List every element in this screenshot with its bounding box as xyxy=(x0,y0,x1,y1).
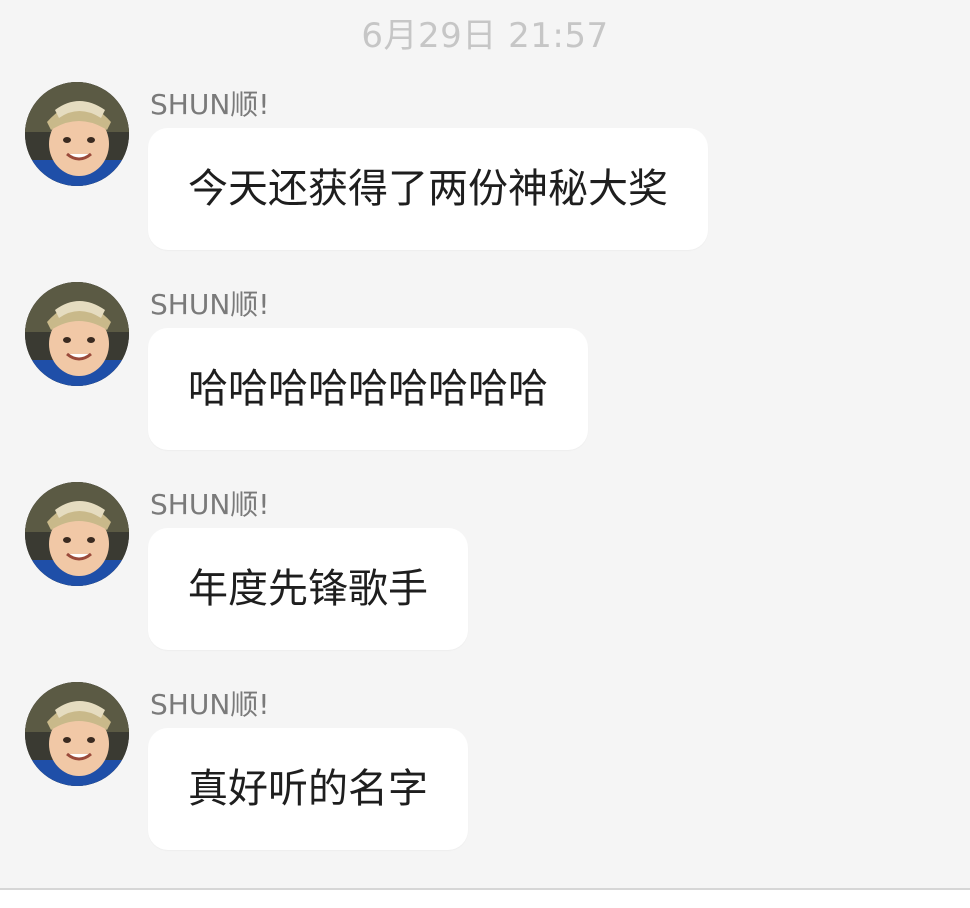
sender-name: SHUN顺! xyxy=(150,288,270,321)
message-bubble[interactable]: 今天还获得了两份神秘大奖 xyxy=(148,128,708,250)
avatar-photo-icon xyxy=(25,682,129,786)
avatar-photo-icon xyxy=(25,282,129,386)
message-bubble[interactable]: 哈哈哈哈哈哈哈哈哈 xyxy=(148,328,588,450)
sender-name: SHUN顺! xyxy=(150,488,270,521)
message-bubble[interactable]: 年度先锋歌手 xyxy=(148,528,468,650)
sender-name: SHUN顺! xyxy=(150,688,270,721)
message-bubble[interactable]: 真好听的名字 xyxy=(148,728,468,850)
sender-name: SHUN顺! xyxy=(150,88,270,121)
avatar-photo-icon xyxy=(25,482,129,586)
avatar-photo-icon xyxy=(25,82,129,186)
message-timestamp: 6月29日 21:57 xyxy=(361,16,609,56)
sender-avatar[interactable] xyxy=(25,482,129,586)
sender-avatar[interactable] xyxy=(25,82,129,186)
input-bar[interactable] xyxy=(0,888,970,908)
chat-message-list[interactable]: 6月29日 21:57 SHUN顺! 今天还获得了两份神秘大奖 SHUN顺! 哈… xyxy=(0,0,970,890)
sender-avatar[interactable] xyxy=(25,682,129,786)
sender-avatar[interactable] xyxy=(25,282,129,386)
